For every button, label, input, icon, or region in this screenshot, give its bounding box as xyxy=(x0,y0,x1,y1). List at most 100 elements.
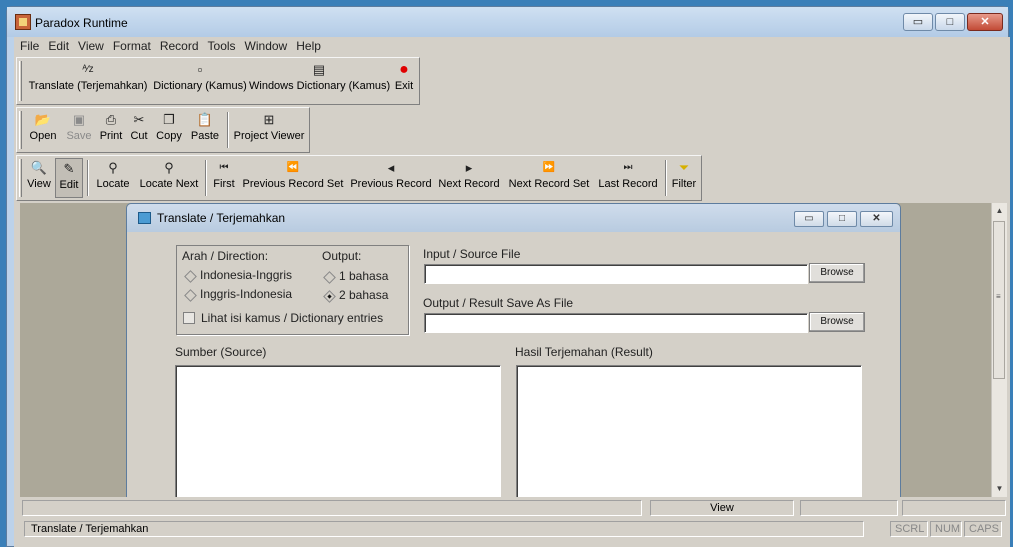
dialog-maximize-button[interactable]: □ xyxy=(827,211,857,227)
project-viewer-icon: ⊞ xyxy=(263,112,275,127)
scroll-down-icon[interactable]: ▼ xyxy=(992,481,1007,496)
dialog-close-button[interactable]: ✕ xyxy=(860,211,893,227)
direction-label: Arah / Direction: xyxy=(182,249,269,263)
filter-button[interactable]: ⏷ Filter xyxy=(669,158,699,198)
navigation-toolbar: 🔍 View ✎ Edit ⚲ Locate ⚲ Locate Next ⏮ F… xyxy=(16,155,702,201)
direction-radio-inggris-indonesia[interactable] xyxy=(184,289,197,302)
translate-icon: ᴬ⁄z xyxy=(82,64,94,75)
direction-radio-indonesia-inggris[interactable] xyxy=(184,270,197,283)
mdi-vertical-scrollbar[interactable]: ▲ ≡ ▼ xyxy=(991,203,1007,497)
toolbar-grip[interactable] xyxy=(19,61,22,101)
previous-record-set-label: Previous Record Set xyxy=(242,178,344,190)
output-file-label: Output / Result Save As File xyxy=(423,296,574,310)
copy-button[interactable]: ❐ Copy xyxy=(153,110,185,150)
previous-record-button[interactable]: ◂ Previous Record xyxy=(349,158,433,198)
output-browse-button[interactable]: Browse xyxy=(809,312,865,332)
dialog-title-bar[interactable]: Translate / Terjemahkan ▭ □ ✕ xyxy=(127,204,900,232)
input-file-label: Input / Source File xyxy=(423,247,521,261)
maximize-icon: □ xyxy=(946,16,954,28)
project-viewer-button[interactable]: ⊞ Project Viewer xyxy=(231,110,307,150)
exit-label: Exit xyxy=(394,80,414,92)
filter-label: Filter xyxy=(671,178,697,190)
menu-help[interactable]: Help xyxy=(296,37,321,55)
menu-format[interactable]: Format xyxy=(113,37,151,55)
dictionary-button[interactable]: ▫ Dictionary (Kamus) xyxy=(151,60,249,100)
direction-option-label[interactable]: Inggris-Indonesia xyxy=(200,287,292,301)
output-file-field[interactable] xyxy=(424,313,808,333)
first-record-button[interactable]: ⏮ First xyxy=(211,158,237,198)
num-lock-indicator: NUM xyxy=(930,521,962,537)
exit-icon: ● xyxy=(399,61,409,78)
view-icon: 🔍 xyxy=(30,160,48,175)
minimize-button[interactable]: ▭ xyxy=(903,13,933,31)
edit-icon: ✎ xyxy=(63,161,75,176)
output-radio-1-bahasa[interactable] xyxy=(323,271,336,284)
menu-window[interactable]: Window xyxy=(245,37,288,55)
output-option-label[interactable]: 2 bahasa xyxy=(339,288,388,302)
open-folder-icon: 📂 xyxy=(34,112,52,127)
maximize-icon: □ xyxy=(838,213,846,224)
scroll-thumb[interactable]: ≡ xyxy=(993,221,1005,379)
status-panel-empty xyxy=(902,500,1006,516)
windows-dictionary-button[interactable]: ▤ Windows Dictionary (Kamus) xyxy=(249,60,390,100)
main-window: Paradox Runtime ▭ □ ✕ File Edit View Format… xyxy=(6,6,1010,547)
title-bar[interactable]: Paradox Runtime ▭ □ ✕ xyxy=(7,7,1008,37)
source-textarea[interactable] xyxy=(175,365,501,497)
dialog-minimize-button[interactable]: ▭ xyxy=(794,211,824,227)
previous-record-set-icon: ⏪ xyxy=(286,162,300,173)
next-record-button[interactable]: ▸ Next Record xyxy=(437,158,501,198)
menu-tools[interactable]: Tools xyxy=(208,37,236,55)
input-browse-button[interactable]: Browse xyxy=(809,263,865,283)
edit-toolbar: 📂 Open ▣ Save ⎙ Print ✂ Cut ❐ Copy 📋 Pas xyxy=(16,107,310,153)
windows-dictionary-icon: ▤ xyxy=(312,62,326,77)
cut-button[interactable]: ✂ Cut xyxy=(127,110,151,150)
paradox-app-icon xyxy=(15,14,31,30)
toolbar-separator xyxy=(205,160,207,196)
paste-button[interactable]: 📋 Paste xyxy=(187,110,223,150)
menu-edit[interactable]: Edit xyxy=(48,37,69,55)
menu-bar: File Edit View Format Record Tools Window Help xyxy=(14,37,1010,55)
next-record-set-label: Next Record Set xyxy=(508,178,590,190)
last-record-button[interactable]: ⏭ Last Record xyxy=(595,158,661,198)
menu-file[interactable]: File xyxy=(20,37,39,55)
edit-label: Edit xyxy=(59,179,79,191)
scroll-up-icon[interactable]: ▲ xyxy=(992,203,1007,218)
toolbar-separator xyxy=(665,160,667,196)
maximize-button[interactable]: □ xyxy=(935,13,965,31)
open-button[interactable]: 📂 Open xyxy=(25,110,61,150)
dictionary-entries-label[interactable]: Lihat isi kamus / Dictionary entries xyxy=(201,311,383,325)
source-label: Sumber (Source) xyxy=(175,345,267,359)
minimize-icon: ▭ xyxy=(804,213,814,224)
toolbar-grip[interactable] xyxy=(19,111,22,149)
previous-record-set-button[interactable]: ⏪ Previous Record Set xyxy=(241,158,345,198)
exit-button[interactable]: ● Exit xyxy=(391,60,417,100)
last-record-icon: ⏭ xyxy=(623,162,633,173)
next-record-label: Next Record xyxy=(438,178,500,190)
edit-mode-button[interactable]: ✎ Edit xyxy=(55,158,83,198)
window-title: Paradox Runtime xyxy=(35,16,128,30)
close-button[interactable]: ✕ xyxy=(967,13,1003,31)
direction-option-label[interactable]: Indonesia-Inggris xyxy=(200,268,292,282)
grip-icon: ≡ xyxy=(996,292,1001,301)
output-option-label[interactable]: 1 bahasa xyxy=(339,269,388,283)
client-area: ᴬ⁄z Translate (Terjemahkan) ▫ Dictionary… xyxy=(14,55,1010,547)
translate-button[interactable]: ᴬ⁄z Translate (Terjemahkan) xyxy=(25,60,151,100)
caps-lock-indicator: CAPS xyxy=(964,521,1002,537)
menu-record[interactable]: Record xyxy=(160,37,199,55)
cut-label: Cut xyxy=(130,130,148,142)
filter-icon: ⏷ xyxy=(678,160,690,175)
input-file-field[interactable] xyxy=(424,264,808,284)
previous-record-label: Previous Record xyxy=(350,178,432,190)
locate-next-button[interactable]: ⚲ Locate Next xyxy=(137,158,201,198)
result-textarea[interactable] xyxy=(516,365,862,497)
output-radio-2-bahasa[interactable] xyxy=(323,290,336,303)
view-button[interactable]: 🔍 View xyxy=(25,158,53,198)
next-record-icon: ▸ xyxy=(465,160,473,175)
locate-button[interactable]: ⚲ Locate xyxy=(93,158,133,198)
menu-view[interactable]: View xyxy=(78,37,104,55)
next-record-set-button[interactable]: ⏩ Next Record Set xyxy=(507,158,591,198)
dictionary-entries-checkbox[interactable] xyxy=(183,312,195,324)
save-button[interactable]: ▣ Save xyxy=(63,110,95,150)
print-button[interactable]: ⎙ Print xyxy=(97,110,125,150)
toolbar-grip[interactable] xyxy=(19,159,22,197)
